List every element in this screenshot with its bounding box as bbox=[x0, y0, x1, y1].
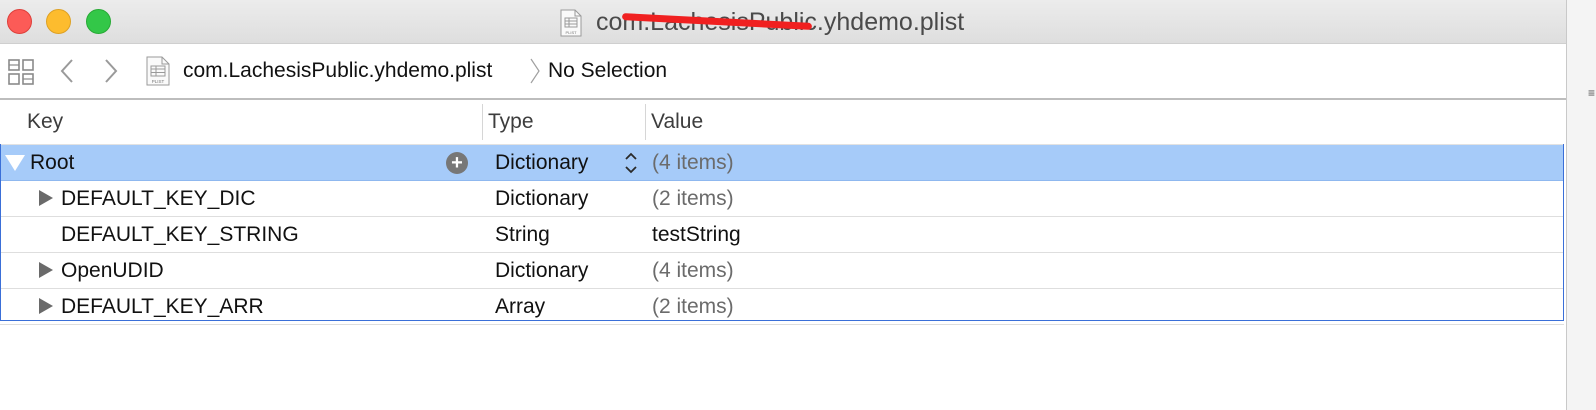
svg-text:PLIST: PLIST bbox=[152, 79, 165, 84]
breadcrumb-selection[interactable]: No Selection bbox=[548, 59, 667, 83]
column-header-value[interactable]: Value bbox=[651, 110, 703, 134]
row-value[interactable]: (4 items) bbox=[652, 259, 734, 283]
row-value[interactable]: (2 items) bbox=[652, 187, 734, 211]
row-key[interactable]: DEFAULT_KEY_ARR bbox=[61, 295, 264, 319]
disclosure-expanded-icon[interactable] bbox=[5, 155, 25, 171]
close-button[interactable] bbox=[7, 9, 32, 34]
background-window-edge bbox=[1566, 0, 1596, 410]
row-key[interactable]: DEFAULT_KEY_STRING bbox=[61, 223, 299, 247]
row-value[interactable]: (2 items) bbox=[652, 295, 734, 319]
row-key[interactable]: Root bbox=[30, 151, 74, 175]
table-row[interactable]: DEFAULT_KEY_DIC Dictionary (2 items) bbox=[0, 181, 1564, 217]
row-type[interactable]: Array bbox=[495, 295, 545, 319]
zoom-button[interactable] bbox=[86, 9, 111, 34]
disclosure-collapsed-icon[interactable] bbox=[39, 262, 53, 278]
table-row[interactable]: DEFAULT_KEY_ARR Array (2 items) bbox=[0, 289, 1564, 325]
row-type[interactable]: Dictionary bbox=[495, 259, 588, 283]
breadcrumb-separator-icon bbox=[528, 56, 542, 86]
title-bar: PLIST com.LachesisPublic.yhdemo.plist bbox=[0, 0, 1566, 44]
table-row-root[interactable]: Root + Dictionary (4 items) bbox=[0, 145, 1564, 181]
forward-chevron-icon[interactable] bbox=[100, 56, 122, 86]
column-header-key[interactable]: Key bbox=[27, 110, 63, 134]
background-window-resize-icon: ≡ bbox=[1588, 86, 1596, 100]
breadcrumb-file[interactable]: com.LachesisPublic.yhdemo.plist bbox=[183, 59, 492, 83]
minimize-button[interactable] bbox=[46, 9, 71, 34]
jump-bar: PLIST com.LachesisPublic.yhdemo.plist No… bbox=[0, 44, 1566, 100]
disclosure-collapsed-icon[interactable] bbox=[39, 190, 53, 206]
row-key[interactable]: DEFAULT_KEY_DIC bbox=[61, 187, 256, 211]
plist-file-icon: PLIST bbox=[146, 56, 170, 86]
plist-outline-table: Key Type Value Root + Dictionary (4 item… bbox=[0, 100, 1564, 325]
table-header: Key Type Value bbox=[0, 100, 1564, 145]
disclosure-collapsed-icon[interactable] bbox=[39, 298, 53, 314]
plist-file-icon: PLIST bbox=[560, 9, 582, 37]
svg-text:PLIST: PLIST bbox=[565, 30, 577, 35]
column-header-type[interactable]: Type bbox=[488, 110, 534, 134]
column-divider[interactable] bbox=[645, 104, 646, 140]
plist-editor-window: PLIST com.LachesisPublic.yhdemo.plist bbox=[0, 0, 1566, 410]
row-type[interactable]: String bbox=[495, 223, 550, 247]
row-type[interactable]: Dictionary bbox=[495, 151, 588, 175]
row-key[interactable]: OpenUDID bbox=[61, 259, 164, 283]
back-chevron-icon[interactable] bbox=[57, 56, 79, 86]
table-row[interactable]: DEFAULT_KEY_STRING String testString bbox=[0, 217, 1564, 253]
add-item-icon[interactable]: + bbox=[446, 152, 468, 174]
row-type[interactable]: Dictionary bbox=[495, 187, 588, 211]
table-row[interactable]: OpenUDID Dictionary (4 items) bbox=[0, 253, 1564, 289]
row-value[interactable]: (4 items) bbox=[652, 151, 734, 175]
type-popup-chevrons-icon[interactable] bbox=[623, 150, 639, 176]
column-divider[interactable] bbox=[482, 104, 483, 140]
related-items-icon[interactable] bbox=[7, 58, 35, 86]
window-title-group: PLIST com.LachesisPublic.yhdemo.plist bbox=[560, 6, 964, 38]
row-value[interactable]: testString bbox=[652, 223, 741, 247]
